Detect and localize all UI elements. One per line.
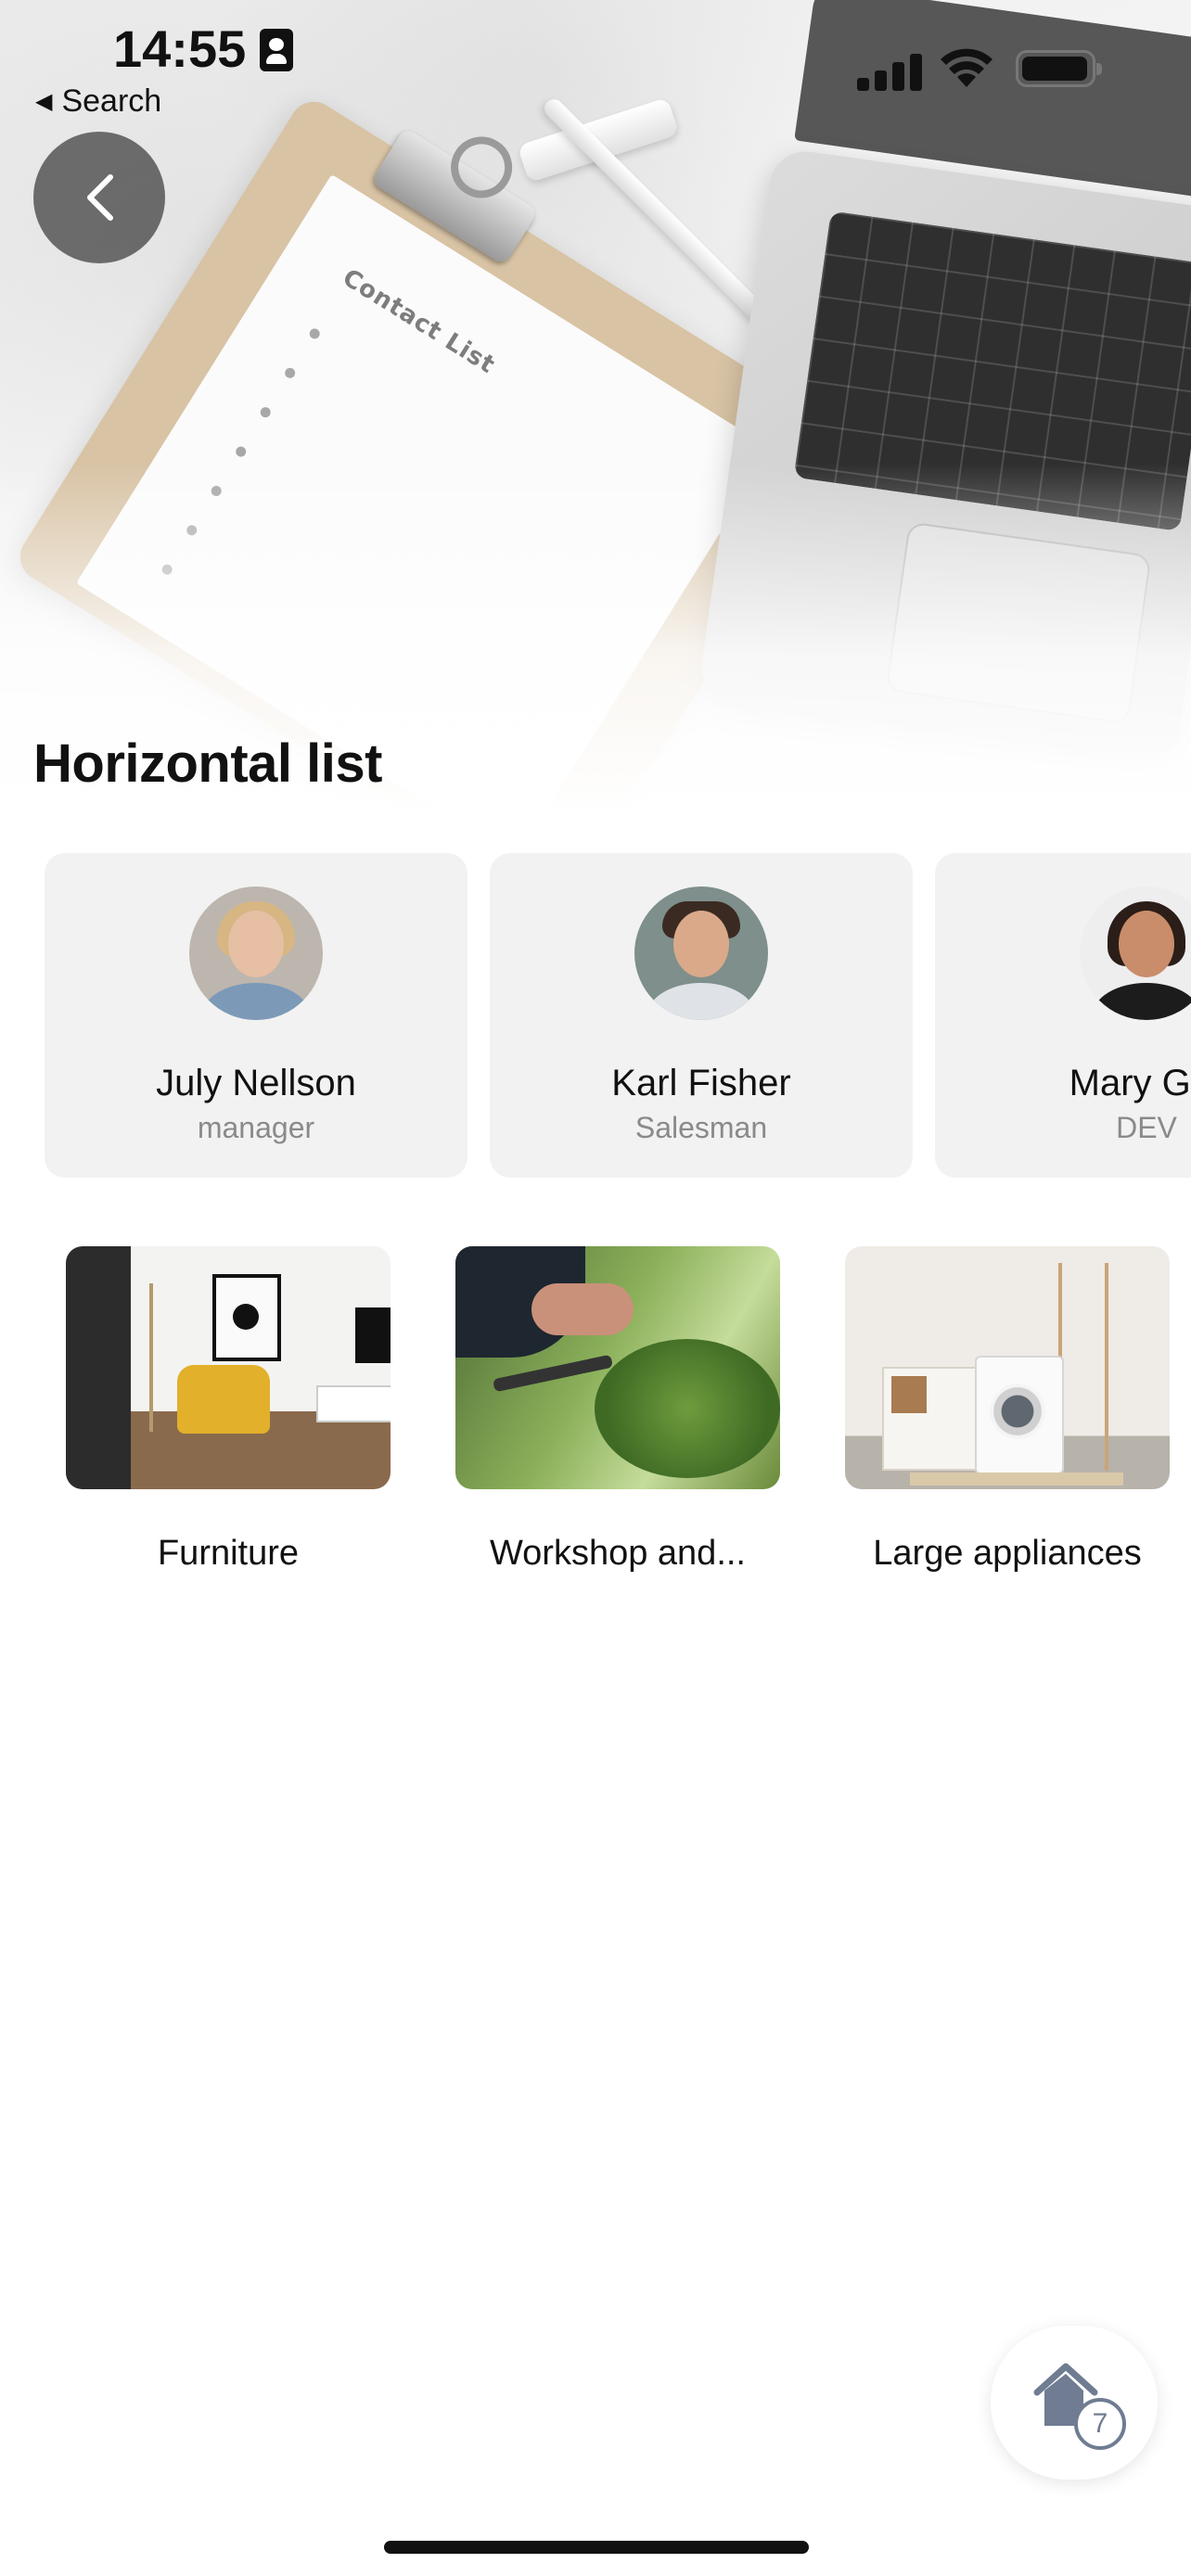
avatar bbox=[634, 886, 768, 1020]
battery-icon bbox=[1016, 50, 1102, 87]
avatar bbox=[189, 886, 323, 1020]
category-label: Furniture bbox=[157, 1534, 300, 1573]
contact-list[interactable]: July Nellson manager Karl Fisher Salesma… bbox=[0, 853, 1191, 1178]
contact-name: July Nellson bbox=[156, 1063, 356, 1103]
back-button[interactable] bbox=[33, 132, 165, 263]
status-time: 14:55 bbox=[113, 19, 247, 78]
category-item-large-appliances[interactable]: Large appliances bbox=[845, 1246, 1170, 1599]
home-floating-button[interactable]: 7 bbox=[991, 2326, 1158, 2480]
back-to-app-label: Search bbox=[61, 83, 162, 119]
category-list[interactable]: Furniture Workshop and... Large applianc… bbox=[0, 1246, 1191, 1599]
contact-role: Salesman bbox=[634, 1111, 768, 1144]
cellular-signal-icon bbox=[857, 48, 922, 91]
home-indicator bbox=[384, 2541, 809, 2554]
back-triangle-icon: ◀ bbox=[35, 89, 53, 114]
avatar bbox=[1080, 886, 1191, 1020]
paper-dot bbox=[234, 444, 249, 459]
wifi-icon bbox=[941, 48, 992, 87]
contact-role: manager bbox=[197, 1111, 315, 1144]
contact-name: Karl Fisher bbox=[611, 1063, 791, 1103]
id-card-icon bbox=[260, 29, 293, 71]
back-to-app-link[interactable]: ◀ Search bbox=[35, 83, 161, 120]
contact-name: Mary Gor bbox=[1069, 1063, 1191, 1103]
status-bar: 14:55 ◀ Search bbox=[0, 0, 1191, 139]
paper-dot bbox=[283, 365, 298, 380]
chevron-left-icon bbox=[87, 174, 113, 221]
clipboard-title: Contact List bbox=[337, 263, 501, 380]
furniture-image bbox=[66, 1246, 391, 1489]
category-item-workshop[interactable]: Workshop and... bbox=[455, 1246, 780, 1599]
notification-badge: 7 bbox=[1074, 2398, 1126, 2450]
paper-dot bbox=[258, 405, 273, 420]
contact-card[interactable]: Karl Fisher Salesman bbox=[490, 853, 913, 1178]
page-title: Horizontal list bbox=[33, 733, 382, 794]
workshop-image bbox=[455, 1246, 780, 1489]
category-item-furniture[interactable]: Furniture bbox=[66, 1246, 391, 1599]
category-label: Workshop and... bbox=[489, 1534, 746, 1573]
paper-dot bbox=[307, 326, 322, 341]
contact-role: DEV bbox=[1116, 1111, 1177, 1144]
appliances-image bbox=[845, 1246, 1170, 1489]
contact-card[interactable]: July Nellson manager bbox=[45, 853, 467, 1178]
contact-card[interactable]: Mary Gor DEV bbox=[935, 853, 1191, 1178]
category-label: Large appliances bbox=[873, 1534, 1142, 1573]
